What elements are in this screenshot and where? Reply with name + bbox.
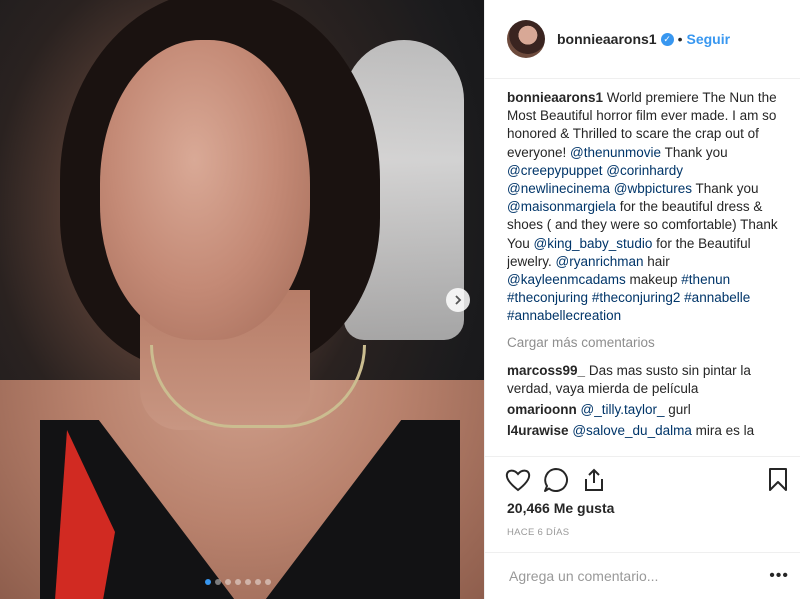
more-options-button[interactable]: ••• (769, 567, 789, 585)
carousel-dots (205, 579, 271, 585)
avatar[interactable] (507, 20, 545, 58)
header-username[interactable]: bonnieaarons1 (557, 31, 657, 47)
carousel-dot (235, 579, 241, 585)
comment-username[interactable]: omarioonn (507, 402, 577, 417)
comment-username[interactable]: l4urawise (507, 423, 569, 438)
comment-text: gurl (664, 402, 691, 418)
comment-mention[interactable]: @_tilly.taylor_ (581, 402, 665, 417)
like-count[interactable]: 20,466 Me gusta (507, 500, 614, 516)
comment-button[interactable] (541, 465, 571, 495)
heart-icon (505, 469, 531, 492)
save-button[interactable] (763, 465, 793, 495)
caption-hashtag[interactable]: #annabellecreation (507, 308, 621, 323)
comments-list[interactable]: bonnieaarons1 World premiere The Nun the… (507, 89, 787, 459)
bookmark-icon (769, 468, 787, 491)
caption-hashtag[interactable]: #theconjuring (507, 290, 588, 305)
caption-text-segment: makeup (625, 272, 682, 288)
carousel-dot (205, 579, 211, 585)
caption-mention[interactable]: @corinhardy (606, 163, 683, 178)
comment-item: omarioonn @_tilly.taylor_ gurl (507, 401, 787, 419)
caption-mention[interactable]: @wbpictures (614, 181, 692, 196)
caption-mention[interactable]: @king_baby_studio (534, 236, 653, 251)
share-icon (585, 468, 603, 491)
carousel-dot (255, 579, 261, 585)
post-header: bonnieaarons1 ✓ • Seguir (485, 0, 800, 79)
follow-button[interactable]: Seguir (687, 31, 731, 47)
caption-hashtag[interactable]: #thenun (681, 272, 730, 287)
action-bar (503, 462, 793, 498)
caption-mention[interactable]: @newlinecinema (507, 181, 610, 196)
caption-mention[interactable]: @maisonmargiela (507, 199, 616, 214)
caption-mention[interactable]: @thenunmovie (570, 145, 661, 160)
like-button[interactable] (503, 465, 533, 495)
comment-item: l4urawise @salove_du_dalma mira es la (507, 422, 787, 440)
carousel-dot (225, 579, 231, 585)
share-button[interactable] (579, 465, 609, 495)
comment-item: marcoss99_ Das mas susto sin pintar la v… (507, 362, 787, 398)
comment-mention[interactable]: @salove_du_dalma (572, 423, 692, 438)
chevron-right-icon (455, 295, 462, 305)
post-side-panel: bonnieaarons1 ✓ • Seguir bonnieaarons1 W… (484, 0, 800, 599)
carousel-dot (245, 579, 251, 585)
caption-username[interactable]: bonnieaarons1 (507, 90, 603, 105)
caption-text-segment: Thank you (692, 181, 759, 197)
header-separator: • (677, 31, 683, 47)
caption-text-segment: Thank you (661, 144, 728, 160)
post-caption: bonnieaarons1 World premiere The Nun the… (507, 89, 787, 326)
carousel-dot (265, 579, 271, 585)
caption-text: World premiere The Nun the Most Beautifu… (507, 90, 778, 323)
photo-face (100, 40, 310, 340)
post-photo[interactable] (0, 0, 484, 599)
caption-mention[interactable]: @ryanrichman (556, 254, 644, 269)
verified-badge-icon: ✓ (660, 32, 674, 46)
caption-mention[interactable]: @kayleenmcadams (507, 272, 626, 287)
caption-mention[interactable]: @creepypuppet (507, 163, 603, 178)
carousel-next-button[interactable] (446, 288, 470, 312)
comment-text: mira es la (691, 423, 755, 439)
comment-bubble-icon (544, 468, 568, 492)
comment-input[interactable] (507, 567, 751, 585)
comment-username[interactable]: marcoss99_ (507, 363, 585, 378)
load-more-comments-button[interactable]: Cargar más comentarios (507, 334, 787, 352)
caption-hashtag[interactable]: #annabelle (684, 290, 750, 305)
divider (485, 456, 800, 457)
caption-hashtag[interactable]: #theconjuring2 (592, 290, 681, 305)
caption-text-segment: hair (643, 253, 670, 269)
carousel-dot (215, 579, 221, 585)
add-comment-bar: ••• (485, 552, 800, 599)
post-timestamp[interactable]: HACE 6 DÍAS (507, 527, 569, 538)
